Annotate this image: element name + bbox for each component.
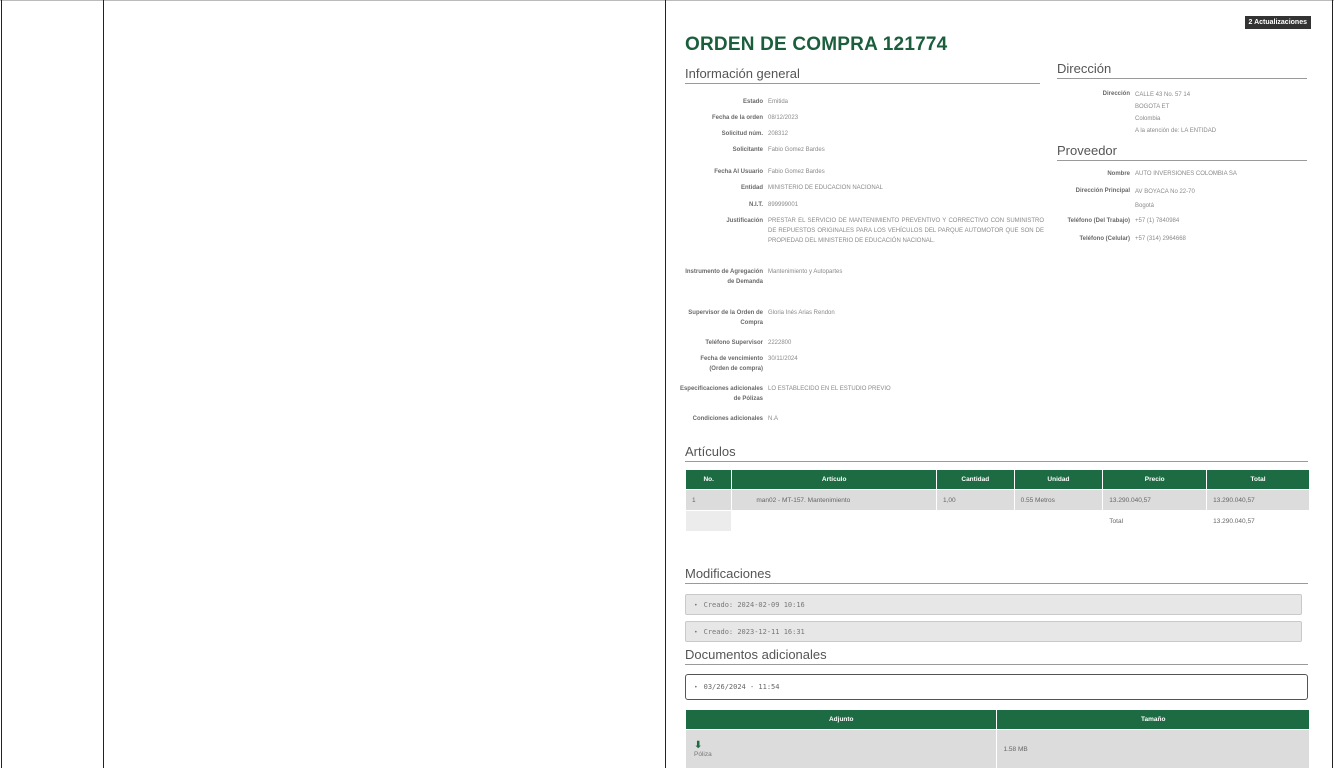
attachment-size: 1.58 MB: [996, 729, 1310, 768]
supplier-value-mobile-phone: +57 (314) 2964668: [1135, 236, 1186, 242]
info-value-user-date: Fabio Gomez Bardes: [768, 169, 825, 175]
col-no: No.: [684, 469, 733, 490]
info-value-additional-conditions: N.A: [768, 416, 779, 422]
info-value-requester: Fabio Gomez Bardes: [768, 147, 825, 153]
info-key-expiry-date: Fecha de vencimiento (Orden de compra): [700, 356, 763, 372]
info-key-nit: N.I.T.: [748, 202, 763, 208]
cell-price: 13.290.040,57: [1102, 489, 1208, 511]
col-article: Artículo: [731, 469, 937, 490]
collapse-bullet-icon: •: [694, 684, 698, 691]
top-border: [0, 0, 1334, 1]
attachment-cell: ⬇ Póliza: [684, 729, 998, 768]
cell-quantity: 1,00: [935, 489, 1015, 511]
left-border: [1, 0, 2, 768]
info-value-entity: MINISTERIO DE EDUCACION NACIONAL: [768, 185, 884, 191]
general-info-heading: Información general: [685, 66, 1040, 84]
document-date: 03/26/2024 - 11:54: [703, 683, 780, 691]
address-heading: Dirección: [1057, 61, 1307, 79]
attachments-header-row: Adjunto Tamaño: [684, 709, 1310, 730]
supplier-value-work-phone: +57 (1) 7840984: [1135, 218, 1180, 224]
address-line-2: BOGOTA ET: [1135, 104, 1170, 110]
total-row-blank: [1013, 510, 1104, 532]
updates-badge[interactable]: 2 Actualizaciones: [1244, 16, 1311, 29]
attachment-name: Póliza: [694, 750, 712, 758]
cell-total: 13.290.040,57: [1206, 489, 1310, 511]
supplier-value-name: AUTO INVERSIONES COLOMBIA SA: [1135, 171, 1237, 177]
collapse-bullet-icon: •: [694, 629, 698, 636]
info-value-supervisor: Gloria Inés Arias Rendon: [768, 310, 835, 316]
total-row-blank: [935, 510, 1015, 532]
articles-table: No. Artículo Cantidad Unidad Precio Tota…: [684, 469, 1310, 532]
articles-heading: Artículos: [685, 444, 1308, 462]
info-key-requester: Solicitante: [732, 147, 763, 153]
info-value-justification: PRESTAR EL SERVICIO DE MANTENIMIENTO PRE…: [768, 218, 1044, 244]
supplier-key-address: Dirección Principal: [1075, 188, 1130, 194]
table-total-row: Total 13.290.040,57: [684, 510, 1310, 532]
collapse-bullet-icon: •: [694, 602, 698, 609]
articles-header-row: No. Artículo Cantidad Unidad Precio Tota…: [684, 469, 1310, 490]
table-row: ⬇ Póliza 1.58 MB: [684, 729, 1310, 768]
col-price: Precio: [1102, 469, 1208, 490]
address-label: Dirección: [1102, 91, 1130, 97]
info-key-entity: Entidad: [741, 185, 763, 191]
page-title: ORDEN DE COMPRA 121774: [685, 34, 948, 55]
info-value-order-date: 08/12/2023: [768, 115, 799, 121]
address-line-3: Colombia: [1135, 116, 1161, 122]
document-item[interactable]: • 03/26/2024 - 11:54: [685, 674, 1308, 700]
address-line-4: A la atención de: LA ENTIDAD: [1135, 128, 1217, 134]
download-link[interactable]: ⬇ Póliza: [694, 739, 712, 758]
column-divider-2: [665, 0, 666, 768]
cell-article: man02 - MT-157. Mantenimiento: [731, 489, 937, 511]
modification-item[interactable]: • Creado: 2024-02-09 10:16: [685, 594, 1302, 615]
info-key-instrument: Instrumento de Agregación de Demanda: [685, 269, 763, 285]
info-key-user-date: Fecha Al Usuario: [714, 169, 763, 175]
info-key-policy-specs: Especificaciones adicionales de Pólizas: [679, 386, 763, 402]
info-value-instrument: Mantenimiento y Autopartes: [768, 269, 843, 275]
column-divider-1: [103, 0, 104, 768]
col-attachment: Adjunto: [684, 709, 998, 730]
supplier-value-city: Bogotá: [1135, 203, 1155, 209]
info-value-estado: Emitida: [768, 99, 789, 105]
address-line-1: CALLE 43 No. 57 14: [1135, 92, 1191, 98]
supplier-heading: Proveedor: [1057, 143, 1307, 161]
modifications-heading: Modificaciones: [685, 566, 1308, 584]
attachments-table: Adjunto Tamaño ⬇ Póliza 1.58 MB: [684, 709, 1310, 768]
supplier-key-name: Nombre: [1107, 171, 1130, 177]
purchase-order-panel: 2 Actualizaciones ORDEN DE COMPRA 121774…: [679, 16, 1311, 768]
info-key-justification: Justificación: [726, 218, 763, 224]
cell-unit: 0.55 Metros: [1013, 489, 1104, 511]
info-key-additional-conditions: Condiciones adicionales: [692, 416, 763, 422]
modification-label: Creado: 2024-02-09 10:16: [703, 601, 805, 609]
info-key-request-number: Solicitud núm.: [721, 131, 763, 137]
total-row-empty-cell: [684, 510, 733, 532]
supplier-key-mobile-phone: Teléfono (Celular): [1079, 236, 1130, 242]
info-value-policy-specs: LO ESTABLECIDO EN EL ESTUDIO PREVIO: [768, 386, 891, 392]
info-key-order-date: Fecha de la orden: [711, 115, 763, 121]
right-border: [1332, 0, 1333, 768]
documents-heading: Documentos adicionales: [685, 647, 1308, 665]
info-value-request-number: 208312: [768, 131, 789, 137]
cell-no: 1: [684, 489, 733, 511]
supplier-value-address: AV BOYACA No 22-70: [1135, 189, 1195, 195]
total-row-blank: [731, 510, 937, 532]
col-total: Total: [1206, 469, 1310, 490]
info-value-supervisor-phone: 2222800: [768, 340, 792, 346]
info-value-expiry-date: 30/11/2024: [768, 356, 798, 362]
total-label: Total: [1102, 510, 1208, 532]
info-key-supervisor: Supervisor de la Orden de Compra: [688, 310, 763, 326]
supplier-key-work-phone: Teléfono (Del Trabajo): [1067, 218, 1130, 224]
info-key-supervisor-phone: Teléfono Supervisor: [705, 340, 763, 346]
table-row: 1 man02 - MT-157. Mantenimiento 1,00 0.5…: [684, 489, 1310, 511]
col-quantity: Cantidad: [935, 469, 1015, 490]
modification-item[interactable]: • Creado: 2023-12-11 16:31: [685, 621, 1302, 642]
col-unit: Unidad: [1013, 469, 1104, 490]
modification-label: Creado: 2023-12-11 16:31: [703, 628, 805, 636]
total-value: 13.290.040,57: [1206, 510, 1310, 532]
col-size: Tamaño: [996, 709, 1310, 730]
info-key-estado: Estado: [742, 99, 763, 105]
info-value-nit: 899999001: [768, 202, 799, 208]
download-icon: ⬇: [694, 739, 703, 751]
